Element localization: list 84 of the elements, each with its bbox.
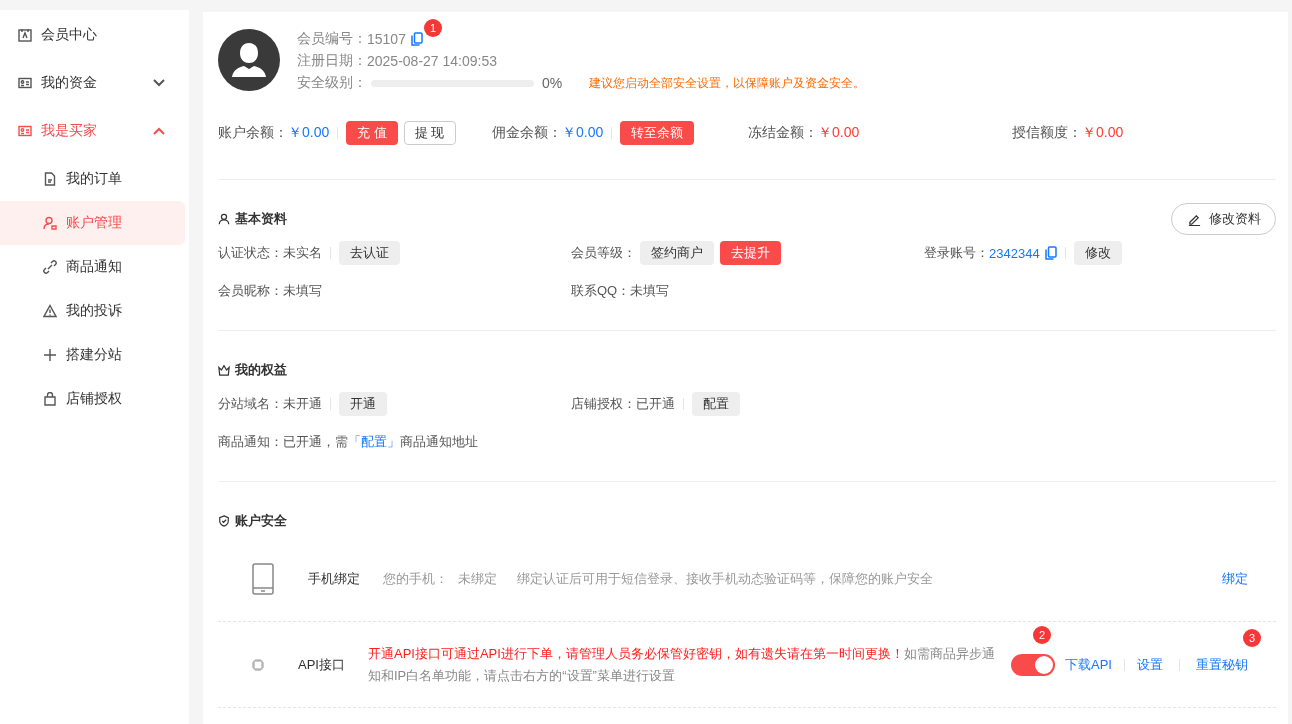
field-value: 未实名 [283,244,322,262]
calendar-icon [18,28,32,42]
balance-label: 账户余额： [218,124,288,142]
sidebar-subitem[interactable]: 搭建分站 [0,333,185,377]
field-label: 商品通知： [218,433,283,451]
row-title: 手机绑定 [308,569,361,588]
section-title: 我的权益 [218,361,287,379]
field-value: 商品通知地址 [400,433,478,451]
balance-amount: ￥0.00 [1082,124,1124,142]
field-value: 已开通，需 [283,433,348,451]
user-icon [43,216,57,230]
phone-icon [252,562,274,595]
crown-icon [218,364,230,376]
count-badge: 1 [424,19,442,37]
member-number-label: 会员编号： [297,30,367,48]
secondary-button[interactable]: 去认证 [339,241,400,265]
count-badge: 2 [1033,625,1052,644]
sidebar-item[interactable]: 我是买家 [0,109,185,153]
chevron-up-icon [153,127,165,135]
phone-status: 未绑定 [458,569,497,588]
field-value: 未开通 [283,395,322,413]
field-label: 会员昵称： [218,282,283,300]
field-value: 未填写 [283,282,322,300]
action-link[interactable]: 下载API [1065,655,1112,674]
sidebar-subitem[interactable]: 店铺授权 [0,377,185,421]
copy-icon[interactable] [410,32,423,46]
account-link[interactable]: 2342344 [989,245,1040,261]
balance-amount: ￥0.00 [288,124,330,142]
balance-amount: ￥0.00 [562,124,604,142]
field-label: 店铺授权： [571,395,636,413]
row-title: API接口 [298,655,346,674]
config-link[interactable]: 「配置」 [348,433,400,451]
secondary-button[interactable]: 提 现 [403,121,456,145]
sidebar-subitem[interactable]: 我的投诉 [0,289,185,333]
api-description: 开通API接口可通过API进行下单，请管理人员务必保管好密钥，如有遗失请在第一时间更换！如需商品异步通知和IP白名单功能，请点击右方的“设置”菜单进行设置 [368,644,996,685]
edit-profile-button[interactable]: 修改资料 [1171,203,1276,235]
document-icon [43,172,57,186]
section-title: 账户安全 [218,512,287,530]
field-label: 分站域名： [218,395,283,413]
security-percent: 0% [542,75,563,91]
phone-description: 绑定认证后可用于短信登录、接收手机动态验证码等，保障您的账户安全 [517,569,933,588]
register-date-label: 注册日期： [297,52,367,70]
chip-icon [251,657,265,672]
plus-icon [43,348,57,362]
field-label: 认证状态： [218,244,283,262]
id-card-icon [18,76,32,90]
shield-icon [218,515,230,527]
action-link[interactable]: 重置秘钥 [1196,655,1248,674]
bag-icon [43,392,57,406]
api-toggle[interactable] [1011,653,1056,676]
balance-label: 授信额度： [1012,124,1082,142]
member-number: 15107 [367,31,406,47]
security-tip: 建议您启动全部安全设置，以保障账户及资金安全。 [589,74,866,92]
balance-amount: ￥0.00 [818,124,860,142]
sidebar-item[interactable]: 会员中心 [0,13,185,57]
security-level-label: 安全级别： [297,74,367,92]
id-card-icon [18,124,32,138]
register-date: 2025-08-27 14:09:53 [367,53,497,69]
sidebar-item[interactable]: 我的资金 [0,61,185,105]
copy-icon[interactable] [1044,246,1057,260]
sidebar-subitem[interactable]: 我的订单 [0,157,185,201]
field-label: 联系QQ： [571,282,631,300]
warning-icon [43,304,57,318]
count-badge: 3 [1243,628,1261,647]
chevron-down-icon [153,79,165,87]
section-title: 基本资料 [218,210,287,228]
secondary-button[interactable]: 修改 [1073,241,1122,265]
balance-label: 佣金余额： [492,124,562,142]
field-label: 会员等级： [571,244,636,262]
link-icon [43,260,57,274]
pencil-icon [1188,212,1201,226]
action-link[interactable]: 绑定 [1222,569,1248,588]
sidebar-subitem[interactable]: 商品通知 [0,245,185,289]
field-value: 未填写 [630,282,670,300]
secondary-button[interactable]: 开通 [339,392,387,416]
secondary-button[interactable]: 签约商户 [640,241,714,265]
field-label: 登录账号： [924,244,989,262]
phone-label: 您的手机： [383,569,448,588]
avatar-icon [218,29,280,91]
user-icon [218,213,230,225]
secondary-button[interactable]: 配置 [692,392,740,416]
field-value: 已开通 [636,395,675,413]
action-link[interactable]: 设置 [1137,655,1163,674]
balance-label: 冻结金额： [748,124,818,142]
